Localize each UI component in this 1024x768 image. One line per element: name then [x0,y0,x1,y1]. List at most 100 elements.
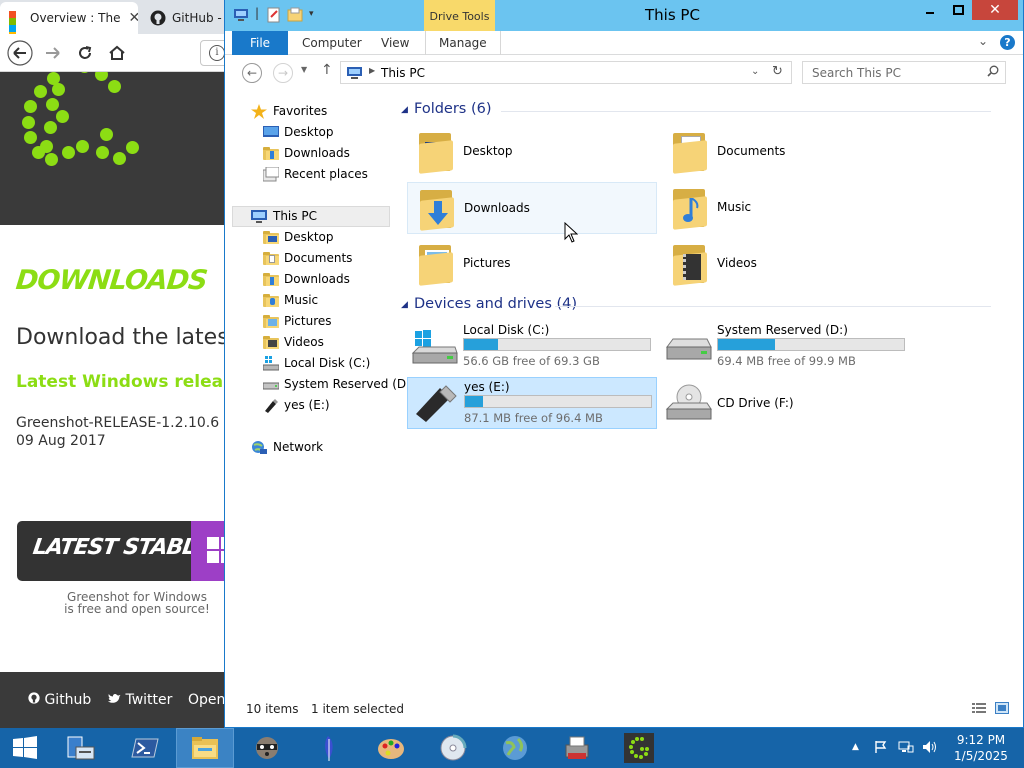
start-button[interactable] [0,728,50,768]
paint-taskbar-button[interactable] [362,728,420,768]
explorer-app-icon[interactable] [233,7,249,23]
minimize-button[interactable] [916,0,944,20]
address-bar[interactable]: ▶ This PC ⌄ ↻ [340,61,792,84]
sidebar-item-videos[interactable]: Videos [225,332,391,353]
sidebar-item-favorites[interactable]: Favorites [225,101,391,122]
sidebar-item-yes-e[interactable]: yes (E:) [225,395,391,416]
info-icon[interactable]: i [209,45,225,61]
sidebar-item-desktop[interactable]: Desktop [225,122,391,143]
server-manager-icon [66,733,96,763]
folder-tile-music[interactable]: Music [661,182,911,234]
sidebar-item-network[interactable]: Network [225,437,391,458]
new-folder-icon[interactable] [287,7,303,23]
github-icon [150,10,166,26]
sidebar-item-documents[interactable]: Documents [225,248,391,269]
expand-ribbon-icon[interactable]: ⌄ [978,34,988,48]
network-status-icon[interactable] [898,740,914,757]
show-hidden-icons-icon[interactable]: ▲ [852,742,859,752]
folder-tile-desktop[interactable]: Desktop [407,126,657,178]
globe-app-taskbar-button[interactable] [486,728,544,768]
devices-group-header[interactable]: ◢ Devices and drives (4) [401,296,1001,316]
drive-tile-local-disk-c[interactable]: Local Disk (C:) 56.6 GB free of 69.3 GB [407,321,657,373]
browser-tab-github[interactable]: GitHub - a [142,2,226,34]
browser-tab-overview[interactable]: Overview : The ✕ [0,2,138,34]
sidebar-item-downloads[interactable]: Downloads [225,269,391,290]
drive-tools-label: Drive Tools [429,10,490,23]
tab-view[interactable]: View [381,31,409,55]
close-icon[interactable]: ✕ [129,10,139,26]
forward-button[interactable]: → [273,63,293,83]
tab-file[interactable]: File [232,31,288,55]
network-icon [251,440,267,455]
folder-label: Videos [717,256,757,270]
twitter-link[interactable]: Twitter [108,692,172,708]
up-arrow-icon[interactable]: ↑ [321,62,333,78]
file-explorer-taskbar-button[interactable] [176,728,234,768]
music-folder-icon [263,294,279,307]
drive-tile-cd-drive-f[interactable]: CD Drive (F:) [661,377,911,429]
folder-tile-pictures[interactable]: Pictures [407,238,657,290]
greenshot-taskbar-button[interactable] [610,728,668,768]
sidebar-item-local-disk-c[interactable]: Local Disk (C:) [225,353,391,374]
recent-locations-icon[interactable]: ▼ [301,65,307,74]
action-center-flag-icon[interactable] [874,740,888,757]
sidebar-item-label: yes (E:) [284,398,330,412]
sidebar-item-downloads[interactable]: Downloads [225,143,391,164]
reload-icon[interactable] [72,40,98,66]
tab-computer[interactable]: Computer [302,31,362,55]
collapse-group-icon[interactable]: ◢ [401,300,408,310]
customize-qat-icon[interactable]: ▾ [309,9,325,25]
hardware-app-taskbar-button[interactable] [548,728,606,768]
sidebar-item-pictures[interactable]: Pictures [225,311,391,332]
cd-drive-icon [665,383,713,423]
back-arrow-icon[interactable] [7,40,33,66]
sidebar-item-music[interactable]: Music [225,290,391,311]
folders-group-header[interactable]: ◢ Folders (6) [401,101,1001,121]
large-icons-view-icon[interactable] [995,702,1009,714]
chevron-down-icon[interactable]: ⌄ [751,66,759,77]
drive-tile-system-reserved-d[interactable]: System Reserved (D:) 69.4 MB free of 99.… [661,321,911,373]
sidebar-item-this-pc[interactable]: This PC [232,206,390,227]
close-button[interactable]: ✕ [972,0,1018,20]
sidebar-item-recent-places[interactable]: Recent places [225,164,391,185]
github-link-label: Github [44,692,92,708]
home-icon[interactable] [104,40,130,66]
drive-tools-context-tab: Drive Tools [424,0,495,31]
forward-arrow-icon[interactable] [40,40,66,66]
downloads-folder-icon [416,187,456,231]
server-manager-taskbar-button[interactable] [52,728,110,768]
raccoon-app-taskbar-button[interactable] [238,728,296,768]
collapse-group-icon[interactable]: ◢ [401,105,408,115]
search-box[interactable]: Search This PC [802,61,1006,84]
tab-manage[interactable]: Manage [425,31,501,55]
greenshot-logo-dot [96,146,109,159]
help-icon[interactable]: ? [1000,35,1015,50]
disc-burner-taskbar-button[interactable] [424,728,482,768]
sidebar-item-label: This PC [273,209,317,223]
github-link[interactable]: Github [28,692,91,708]
system-clock[interactable]: 9:12 PM 1/5/2025 [946,732,1016,764]
sidebar-item-system-reserved-d[interactable]: System Reserved (D: [225,374,410,395]
back-button[interactable]: ← [242,63,262,83]
properties-icon[interactable] [266,7,282,23]
maximize-button[interactable] [945,0,971,20]
powershell-taskbar-button[interactable] [116,728,174,768]
group-title: Folders (6) [414,101,492,117]
folder-tile-documents[interactable]: Documents [661,126,911,178]
drive-name: System Reserved (D:) [717,323,848,337]
folder-tile-videos[interactable]: Videos [661,238,911,290]
title-bar[interactable]: | ▾ Drive Tools This PC ✕ [225,0,1023,31]
folder-label: Music [717,200,752,214]
drive-tile-yes-e[interactable]: yes (E:) 87.1 MB free of 96.4 MB [407,377,657,429]
folder-tile-downloads[interactable]: Downloads [407,182,657,234]
feather-app-taskbar-button[interactable] [300,728,358,768]
refresh-icon[interactable]: ↻ [772,64,783,79]
address-path[interactable]: This PC [381,66,425,80]
details-view-icon[interactable] [972,702,986,714]
volume-icon[interactable] [922,740,938,757]
chevron-right-icon[interactable]: ▶ [369,66,375,75]
documents-folder-icon [263,252,279,265]
star-icon [251,104,267,119]
sidebar-item-label: Videos [284,335,324,349]
sidebar-item-desktop[interactable]: Desktop [225,227,391,248]
